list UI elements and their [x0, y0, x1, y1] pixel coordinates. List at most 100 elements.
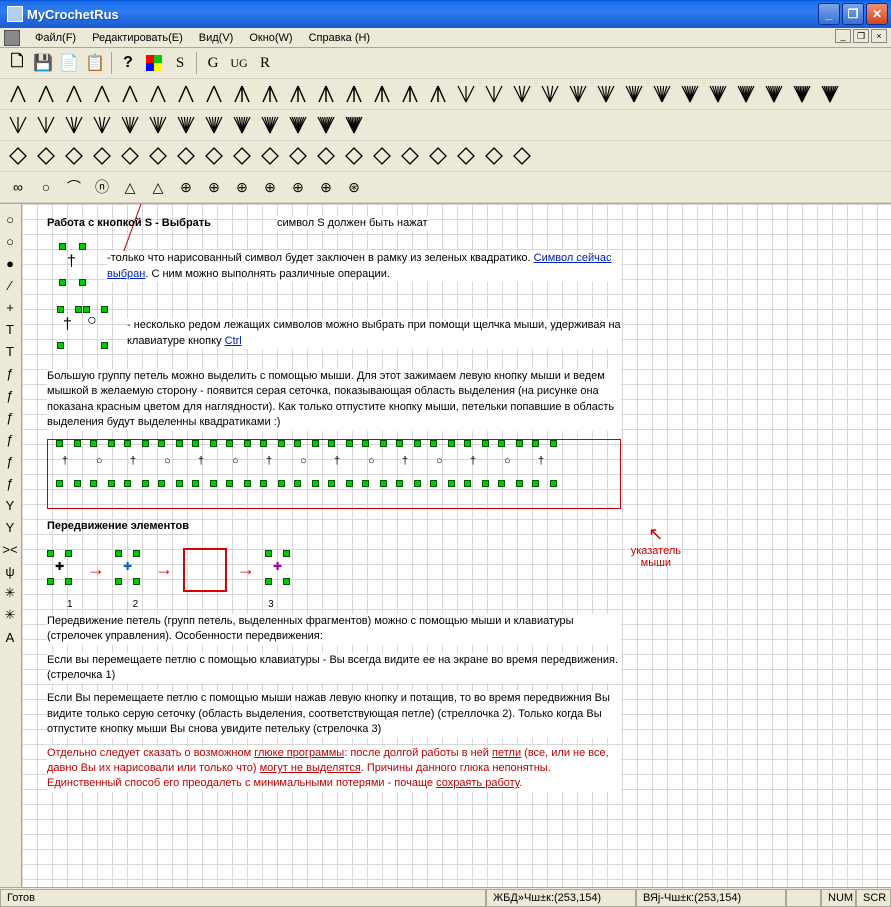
- stitch-symbol[interactable]: [32, 143, 60, 169]
- stitch-symbol[interactable]: ⓝ: [88, 174, 116, 200]
- left-tool-button[interactable]: ○: [0, 208, 20, 230]
- left-tool-button[interactable]: T: [0, 318, 20, 340]
- stitch-symbol[interactable]: [396, 81, 424, 107]
- stitch-symbol[interactable]: [144, 112, 172, 138]
- stitch-symbol[interactable]: [256, 81, 284, 107]
- stitch-symbol[interactable]: ⊕: [312, 174, 340, 200]
- stitch-symbol[interactable]: [368, 81, 396, 107]
- stitch-symbol[interactable]: ⊕: [228, 174, 256, 200]
- stitch-symbol[interactable]: [256, 143, 284, 169]
- stitch-symbol[interactable]: [116, 81, 144, 107]
- stitch-symbol[interactable]: [704, 81, 732, 107]
- stitch-symbol[interactable]: [508, 143, 536, 169]
- stitch-symbol[interactable]: [144, 143, 172, 169]
- stitch-symbol[interactable]: [536, 81, 564, 107]
- select-mode-button[interactable]: S: [167, 50, 193, 76]
- close-button[interactable]: ✕: [866, 3, 888, 25]
- stitch-symbol[interactable]: [284, 143, 312, 169]
- left-tool-button[interactable]: Y: [0, 494, 20, 516]
- maximize-button[interactable]: ❐: [842, 3, 864, 25]
- stitch-symbol[interactable]: [732, 81, 760, 107]
- stitch-symbol[interactable]: [760, 81, 788, 107]
- stitch-symbol[interactable]: [424, 143, 452, 169]
- stitch-symbol[interactable]: [396, 143, 424, 169]
- stitch-symbol[interactable]: [368, 143, 396, 169]
- stitch-symbol[interactable]: ○: [32, 174, 60, 200]
- ungroup-button[interactable]: UG: [226, 50, 252, 76]
- left-tool-button[interactable]: ƒ: [0, 406, 20, 428]
- left-tool-button[interactable]: ●: [0, 252, 20, 274]
- stitch-symbol[interactable]: [172, 143, 200, 169]
- stitch-symbol[interactable]: ⊕: [256, 174, 284, 200]
- stitch-symbol[interactable]: [228, 112, 256, 138]
- stitch-symbol[interactable]: [88, 143, 116, 169]
- stitch-symbol[interactable]: [592, 81, 620, 107]
- menu-file[interactable]: Файл(F): [28, 31, 83, 45]
- minimize-button[interactable]: _: [818, 3, 840, 25]
- left-tool-button[interactable]: ∕: [0, 274, 20, 296]
- left-tool-button[interactable]: ○: [0, 230, 20, 252]
- rotate-button[interactable]: R: [252, 50, 278, 76]
- color-palette-button[interactable]: [141, 50, 167, 76]
- stitch-symbol[interactable]: [4, 143, 32, 169]
- group-button[interactable]: G: [200, 50, 226, 76]
- left-tool-button[interactable]: ƒ: [0, 472, 20, 494]
- stitch-symbol[interactable]: [816, 81, 844, 107]
- left-tool-button[interactable]: ✳: [0, 604, 20, 626]
- stitch-symbol[interactable]: [340, 81, 368, 107]
- stitch-symbol[interactable]: [312, 81, 340, 107]
- stitch-symbol[interactable]: [312, 112, 340, 138]
- left-tool-button[interactable]: T: [0, 340, 20, 362]
- left-tool-button[interactable]: A: [0, 626, 20, 648]
- left-tool-button[interactable]: ƒ: [0, 384, 20, 406]
- stitch-symbol[interactable]: [60, 112, 88, 138]
- mdi-minimize-button[interactable]: _: [835, 29, 851, 43]
- menu-help[interactable]: Справка (H): [302, 31, 377, 45]
- stitch-symbol[interactable]: △: [116, 174, 144, 200]
- stitch-symbol[interactable]: [676, 81, 704, 107]
- left-tool-button[interactable]: ψ: [0, 560, 20, 582]
- stitch-symbol[interactable]: [88, 112, 116, 138]
- stitch-symbol[interactable]: [144, 81, 172, 107]
- mdi-close-button[interactable]: ×: [871, 29, 887, 43]
- left-tool-button[interactable]: Y: [0, 516, 20, 538]
- menu-view[interactable]: Вид(V): [192, 31, 241, 45]
- mdi-restore-button[interactable]: ❐: [853, 29, 869, 43]
- stitch-symbol[interactable]: [452, 143, 480, 169]
- stitch-symbol[interactable]: [228, 81, 256, 107]
- stitch-symbol[interactable]: [508, 81, 536, 107]
- stitch-symbol[interactable]: [340, 112, 368, 138]
- stitch-symbol[interactable]: [284, 81, 312, 107]
- stitch-symbol[interactable]: [32, 112, 60, 138]
- stitch-symbol[interactable]: ∞: [4, 174, 32, 200]
- stitch-symbol[interactable]: ⊕: [284, 174, 312, 200]
- stitch-symbol[interactable]: [172, 112, 200, 138]
- menu-window[interactable]: Окно(W): [242, 31, 299, 45]
- stitch-symbol[interactable]: [452, 81, 480, 107]
- stitch-symbol[interactable]: [116, 112, 144, 138]
- stitch-symbol[interactable]: [312, 143, 340, 169]
- new-file-button[interactable]: 🗋: [4, 50, 30, 76]
- stitch-symbol[interactable]: [60, 81, 88, 107]
- stitch-symbol[interactable]: [116, 143, 144, 169]
- copy-button[interactable]: 📄: [56, 50, 82, 76]
- stitch-symbol[interactable]: [88, 81, 116, 107]
- stitch-symbol[interactable]: [648, 81, 676, 107]
- stitch-symbol[interactable]: [564, 81, 592, 107]
- stitch-symbol[interactable]: ⌒: [60, 174, 88, 200]
- left-tool-button[interactable]: ƒ: [0, 450, 20, 472]
- canvas[interactable]: Работа с кнопкой S - Выбрать символ S до…: [22, 204, 891, 887]
- stitch-symbol[interactable]: [424, 81, 452, 107]
- stitch-symbol[interactable]: [200, 81, 228, 107]
- stitch-symbol[interactable]: [4, 112, 32, 138]
- stitch-symbol[interactable]: [480, 81, 508, 107]
- stitch-symbol[interactable]: [340, 143, 368, 169]
- paste-button[interactable]: 📋: [82, 50, 108, 76]
- save-button[interactable]: 💾: [30, 50, 56, 76]
- stitch-symbol[interactable]: [60, 143, 88, 169]
- stitch-symbol[interactable]: [228, 143, 256, 169]
- stitch-symbol[interactable]: [200, 143, 228, 169]
- menu-edit[interactable]: Редактировать(E): [85, 31, 190, 45]
- stitch-symbol[interactable]: △: [144, 174, 172, 200]
- stitch-symbol[interactable]: [200, 112, 228, 138]
